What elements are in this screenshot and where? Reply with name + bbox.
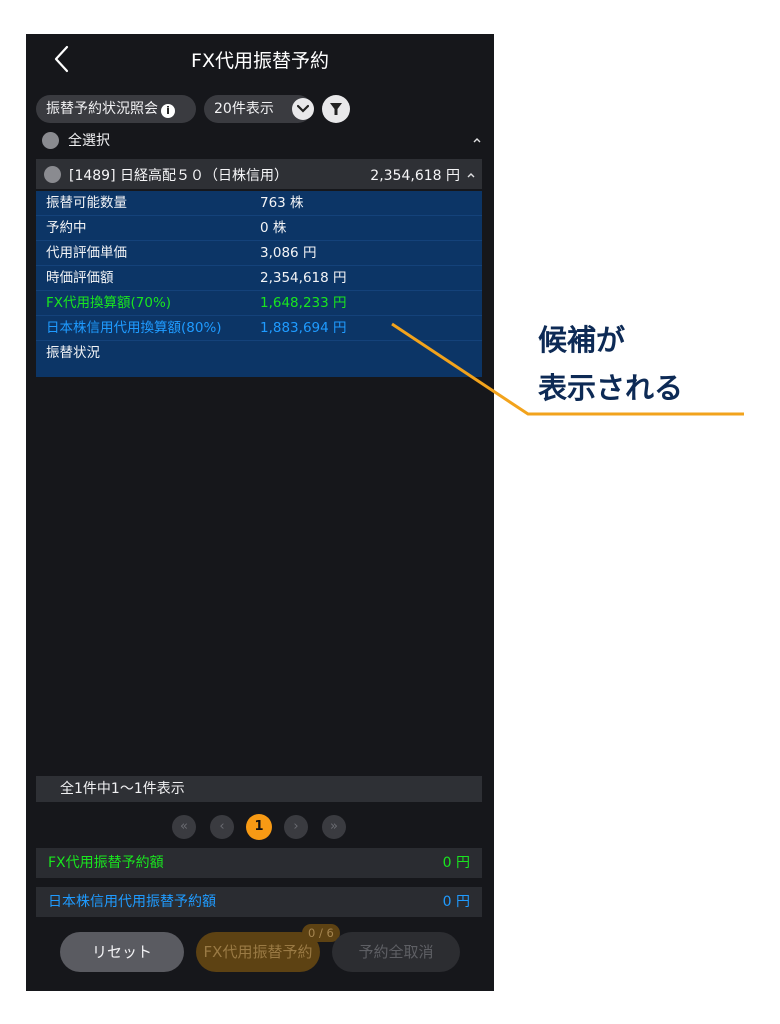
annotation-text: 候補が 表示される bbox=[538, 316, 683, 412]
callout-line bbox=[391, 322, 744, 416]
annotation-line-1: 候補が bbox=[538, 323, 626, 357]
annotation-line-2: 表示される bbox=[538, 371, 684, 405]
